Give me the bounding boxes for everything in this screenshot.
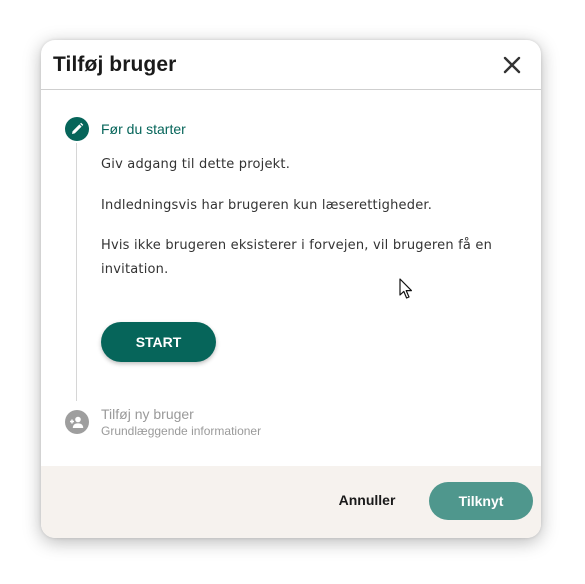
close-button[interactable] — [501, 54, 523, 76]
dialog-footer: Annuller Tilknyt — [41, 466, 541, 538]
step-1-text-access: Giv adgang til dette projekt. — [101, 157, 291, 172]
add-user-icon — [70, 416, 84, 428]
step-1-text-readonly: Indledningsvis har brugeren kun læserett… — [101, 198, 433, 213]
add-user-dialog: Tilføj bruger Før du starter Giv adgang … — [41, 40, 541, 538]
step-2-indicator — [65, 410, 89, 434]
cancel-button[interactable]: Annuller — [329, 481, 405, 519]
step-1-text-invite: Hvis ikke brugeren eksisterer i forvejen… — [101, 238, 493, 253]
mouse-cursor-icon — [399, 278, 412, 299]
step-1-indicator — [65, 117, 89, 141]
start-button[interactable]: START — [101, 322, 216, 362]
stepper-connector — [76, 143, 77, 401]
attach-button[interactable]: Tilknyt — [429, 482, 533, 520]
step-1-title[interactable]: Før du starter — [101, 121, 186, 137]
dialog-header: Tilføj bruger — [41, 40, 541, 90]
step-1-text-invite-cont: invitation. — [101, 262, 169, 277]
step-2-title: Tilføj ny bruger — [101, 406, 194, 422]
pencil-icon — [72, 122, 84, 134]
step-2-subtitle: Grundlæggende informationer — [101, 424, 262, 438]
close-icon — [503, 56, 521, 74]
dialog-title: Tilføj bruger — [53, 53, 177, 76]
